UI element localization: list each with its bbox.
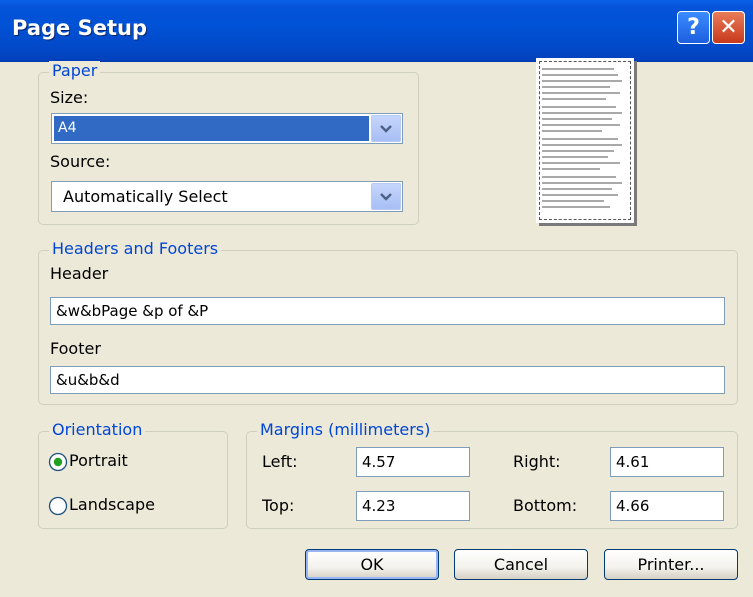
header-label: Header — [50, 264, 109, 283]
preview-line — [542, 182, 622, 184]
radio-portrait-label: Portrait — [69, 451, 128, 470]
margins-legend: Margins (millimeters) — [257, 420, 434, 439]
margin-left-field[interactable] — [356, 447, 470, 477]
help-icon: ? — [687, 15, 700, 40]
preview-line — [542, 124, 620, 126]
radio-landscape-label: Landscape — [69, 495, 155, 514]
size-label: Size: — [50, 88, 89, 107]
margin-bottom-field[interactable] — [610, 491, 724, 521]
cancel-button[interactable]: Cancel — [454, 549, 588, 580]
chevron-down-icon — [380, 192, 392, 201]
preview-line — [542, 156, 608, 158]
footer-label: Footer — [50, 339, 101, 358]
preview-line — [542, 168, 600, 170]
preview-line — [542, 144, 622, 146]
margin-left-label: Left: — [262, 452, 298, 471]
chevron-down-icon — [380, 124, 392, 133]
source-dropdown-button[interactable] — [371, 183, 401, 210]
footer-field[interactable] — [50, 366, 725, 394]
help-button[interactable]: ? — [677, 11, 710, 44]
ok-button[interactable]: OK — [305, 549, 439, 580]
source-select[interactable]: Automatically Select — [51, 181, 403, 212]
printer-button[interactable]: Printer... — [604, 549, 738, 580]
preview-line — [542, 138, 618, 140]
preview-line — [542, 92, 620, 94]
margin-right-field[interactable] — [610, 447, 724, 477]
source-label: Source: — [50, 152, 111, 171]
preview-line — [542, 106, 616, 108]
radio-portrait[interactable]: Portrait — [46, 450, 206, 474]
close-button[interactable]: ✕ — [712, 11, 745, 44]
orientation-legend: Orientation — [49, 420, 146, 439]
size-select-value: A4 — [54, 116, 369, 141]
preview-margin-outline — [539, 61, 631, 220]
preview-line — [542, 188, 612, 190]
source-select-value: Automatically Select — [63, 187, 228, 206]
close-icon: ✕ — [719, 15, 738, 40]
paper-legend: Paper — [49, 61, 101, 80]
size-select[interactable]: A4 — [51, 113, 403, 144]
preview-line — [542, 80, 622, 82]
headers-footers-legend: Headers and Footers — [49, 239, 222, 258]
preview-line — [542, 200, 604, 202]
header-field[interactable] — [50, 297, 725, 325]
preview-line — [542, 176, 616, 178]
preview-line — [542, 68, 614, 70]
page-preview-icon — [536, 58, 634, 223]
margin-right-label: Right: — [513, 452, 561, 471]
preview-line — [542, 98, 606, 100]
preview-line — [542, 74, 618, 76]
preview-line — [542, 130, 602, 132]
preview-line — [542, 194, 618, 196]
size-dropdown-button[interactable] — [371, 115, 401, 142]
preview-line — [542, 112, 622, 114]
preview-line — [542, 162, 620, 164]
radio-checked-icon[interactable] — [48, 452, 68, 472]
radio-unchecked-icon[interactable] — [48, 496, 68, 516]
title-bar[interactable]: Page Setup ? ✕ — [0, 0, 753, 62]
radio-landscape[interactable]: Landscape — [46, 494, 216, 518]
margin-top-label: Top: — [262, 496, 295, 515]
preview-line — [542, 150, 614, 152]
margin-top-field[interactable] — [356, 491, 470, 521]
preview-line — [542, 118, 612, 120]
preview-line — [542, 206, 610, 208]
margin-bottom-label: Bottom: — [513, 496, 578, 515]
preview-line — [542, 86, 610, 88]
window-title: Page Setup — [12, 16, 147, 40]
